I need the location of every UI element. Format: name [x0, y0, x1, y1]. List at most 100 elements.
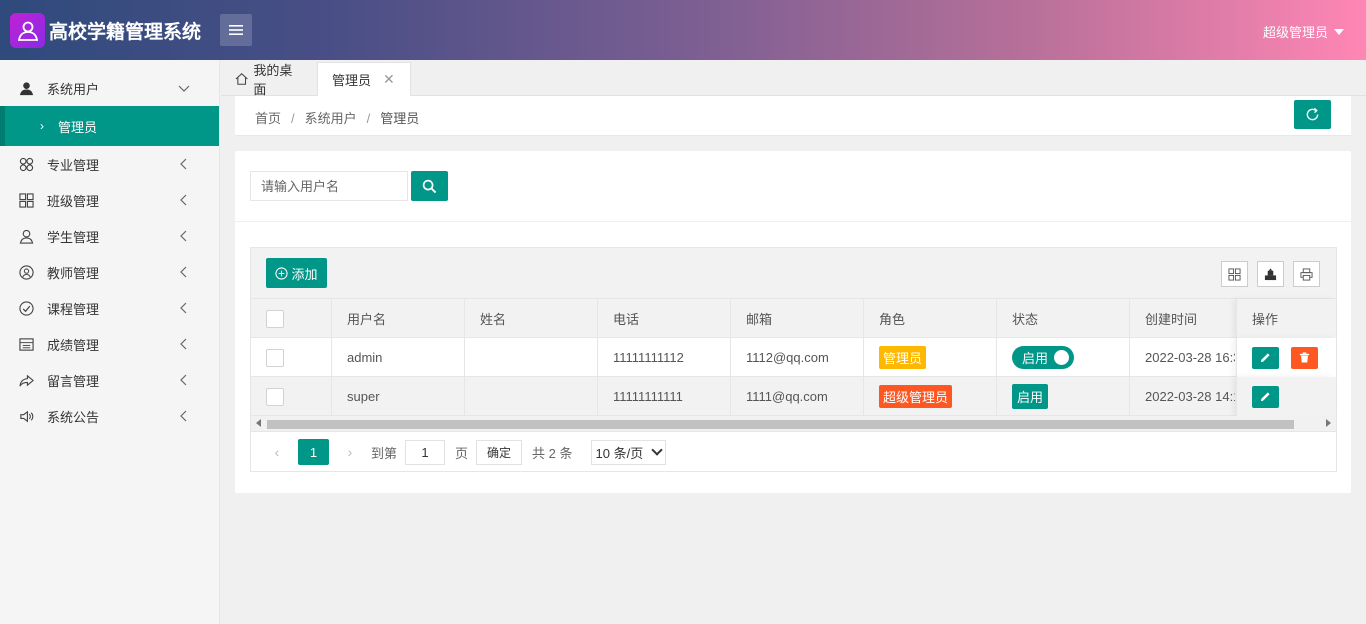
print-button[interactable]: [1293, 261, 1320, 287]
table-icon: [18, 336, 34, 352]
row-checkbox[interactable]: [266, 348, 284, 367]
sidebar-item-label: 成绩管理: [47, 337, 100, 353]
page-jump-input[interactable]: [405, 439, 446, 465]
add-button[interactable]: 添加: [266, 258, 327, 288]
refresh-button[interactable]: [1294, 100, 1331, 129]
page-number-current[interactable]: 1: [298, 439, 329, 465]
chevron-right-icon: ›: [40, 119, 44, 133]
cell-role: 管理员: [864, 338, 997, 377]
chevron-down-icon: [651, 444, 663, 456]
confirm-jump-button[interactable]: 确定: [476, 439, 523, 465]
close-icon[interactable]: ✕: [383, 71, 395, 88]
search-button[interactable]: [411, 171, 448, 201]
table-header-row: 用户名 姓名 电话 邮箱 角色 状态 创建时间 操作: [251, 299, 1336, 338]
sidebar-subitem-label: 管理员: [58, 119, 98, 135]
edit-button[interactable]: [1252, 385, 1279, 408]
column-filter-button[interactable]: [1221, 261, 1248, 287]
goto-label: 到第: [371, 445, 398, 461]
export-icon: [1264, 267, 1277, 280]
horizontal-scrollbar[interactable]: [251, 416, 1336, 432]
select-all-checkbox[interactable]: [266, 309, 284, 328]
export-button[interactable]: [1257, 261, 1284, 287]
next-page-button[interactable]: ›: [339, 444, 361, 460]
trash-icon: [1299, 352, 1310, 363]
chevron-left-icon: [180, 410, 187, 422]
page-suffix: 页: [455, 445, 469, 461]
plus-circle-icon: [275, 266, 289, 280]
tab-admin[interactable]: 管理员 ✕: [317, 62, 411, 96]
user-menu[interactable]: 超级管理员: [1263, 22, 1344, 41]
edit-button[interactable]: [1252, 346, 1279, 369]
sidebar-item-teacher[interactable]: 教师管理: [0, 254, 219, 290]
sidebar-item-system-users[interactable]: 系统用户: [0, 70, 219, 106]
pagination: ‹ 1 › 到第 页 确定 共 2 条 10 条/页: [251, 433, 1336, 471]
cell-created: 2022-03-28 14:1...: [1145, 389, 1235, 404]
sidebar-item-label: 留言管理: [47, 373, 100, 389]
column-header-created[interactable]: 创建时间: [1130, 299, 1235, 338]
sidebar-item-course[interactable]: 课程管理: [0, 290, 219, 326]
toggle-label: 启用: [1022, 351, 1049, 366]
row-checkbox-cell: [251, 338, 332, 377]
delete-button[interactable]: [1291, 346, 1318, 369]
scroll-right-icon[interactable]: [1326, 419, 1331, 427]
sidebar-item-class[interactable]: 班级管理: [0, 182, 219, 218]
page-size-select[interactable]: 10 条/页: [590, 439, 667, 465]
person-icon: [18, 228, 34, 244]
sidebar-item-score[interactable]: 成绩管理: [0, 326, 219, 362]
pencil-icon: [1260, 353, 1270, 363]
pencil-icon: [1260, 392, 1270, 402]
cell-email: 1112@qq.com: [731, 338, 864, 377]
table-toolbar: 添加: [251, 248, 1336, 299]
sidebar: 系统用户 › 管理员 专业管理 班级管理 学生管理 教师管理 课程管理 成绩管理…: [0, 60, 220, 624]
search-input[interactable]: [250, 171, 408, 201]
clover-icon: [18, 156, 34, 172]
sidebar-item-major[interactable]: 专业管理: [0, 146, 219, 182]
sidebar-item-student[interactable]: 学生管理: [0, 218, 219, 254]
sidebar-item-message[interactable]: 留言管理: [0, 362, 219, 398]
status-toggle[interactable]: 启用: [1012, 346, 1074, 369]
scroll-left-icon[interactable]: [256, 419, 261, 427]
cell-status: 启用: [997, 338, 1130, 377]
column-header-email[interactable]: 邮箱: [731, 299, 864, 338]
tab-label: 我的桌面: [253, 63, 293, 97]
column-header-phone[interactable]: 电话: [598, 299, 731, 338]
app-title: 高校学籍管理系统: [49, 22, 202, 43]
sidebar-item-notice[interactable]: 系统公告: [0, 398, 219, 434]
prev-page-button[interactable]: ‹: [266, 444, 288, 460]
chevron-down-icon: [178, 85, 190, 92]
check-circle-icon: [18, 300, 34, 316]
column-header-name[interactable]: 姓名: [465, 299, 598, 338]
user-badge-icon: [17, 21, 38, 41]
tab-label: 管理员: [332, 73, 372, 88]
cell-username: super: [332, 377, 465, 416]
scrollbar-thumb[interactable]: [267, 420, 1294, 429]
divider: [235, 221, 1351, 222]
column-header-role[interactable]: 角色: [864, 299, 997, 338]
role-badge: 管理员: [879, 346, 927, 369]
row-checkbox[interactable]: [266, 387, 284, 406]
cell-status: 启用: [997, 377, 1130, 416]
sidebar-subitem-admin[interactable]: › 管理员: [0, 106, 219, 146]
breadcrumb-section[interactable]: 系统用户: [305, 111, 357, 126]
tab-desktop[interactable]: 我的桌面: [221, 62, 317, 97]
menu-toggle-button[interactable]: [220, 14, 252, 46]
sidebar-item-label: 学生管理: [47, 229, 100, 245]
share-icon: [18, 372, 34, 388]
home-icon: [235, 73, 248, 85]
breadcrumb-home[interactable]: 首页: [255, 111, 281, 126]
cell-phone: 11111111111: [598, 377, 731, 416]
breadcrumb-separator: /: [291, 111, 295, 126]
speaker-icon: [18, 408, 34, 424]
search-icon: [422, 179, 437, 193]
column-header-status[interactable]: 状态: [997, 299, 1130, 338]
column-header-actions: 操作: [1236, 299, 1336, 338]
breadcrumb-bar: 首页 / 系统用户 / 管理员: [235, 96, 1351, 136]
cell-created: 2022-03-28 16:3...: [1145, 350, 1235, 365]
cell-name: [465, 338, 598, 377]
chevron-left-icon: [180, 194, 187, 206]
page-size-value: 10 条/页: [595, 445, 644, 461]
column-header-username[interactable]: 用户名: [332, 299, 465, 338]
cell-email: 1111@qq.com: [731, 377, 864, 416]
table-row: admin 11111111112 1112@qq.com 管理员 启用 202…: [251, 338, 1336, 377]
user-name: 超级管理员: [1262, 25, 1328, 40]
